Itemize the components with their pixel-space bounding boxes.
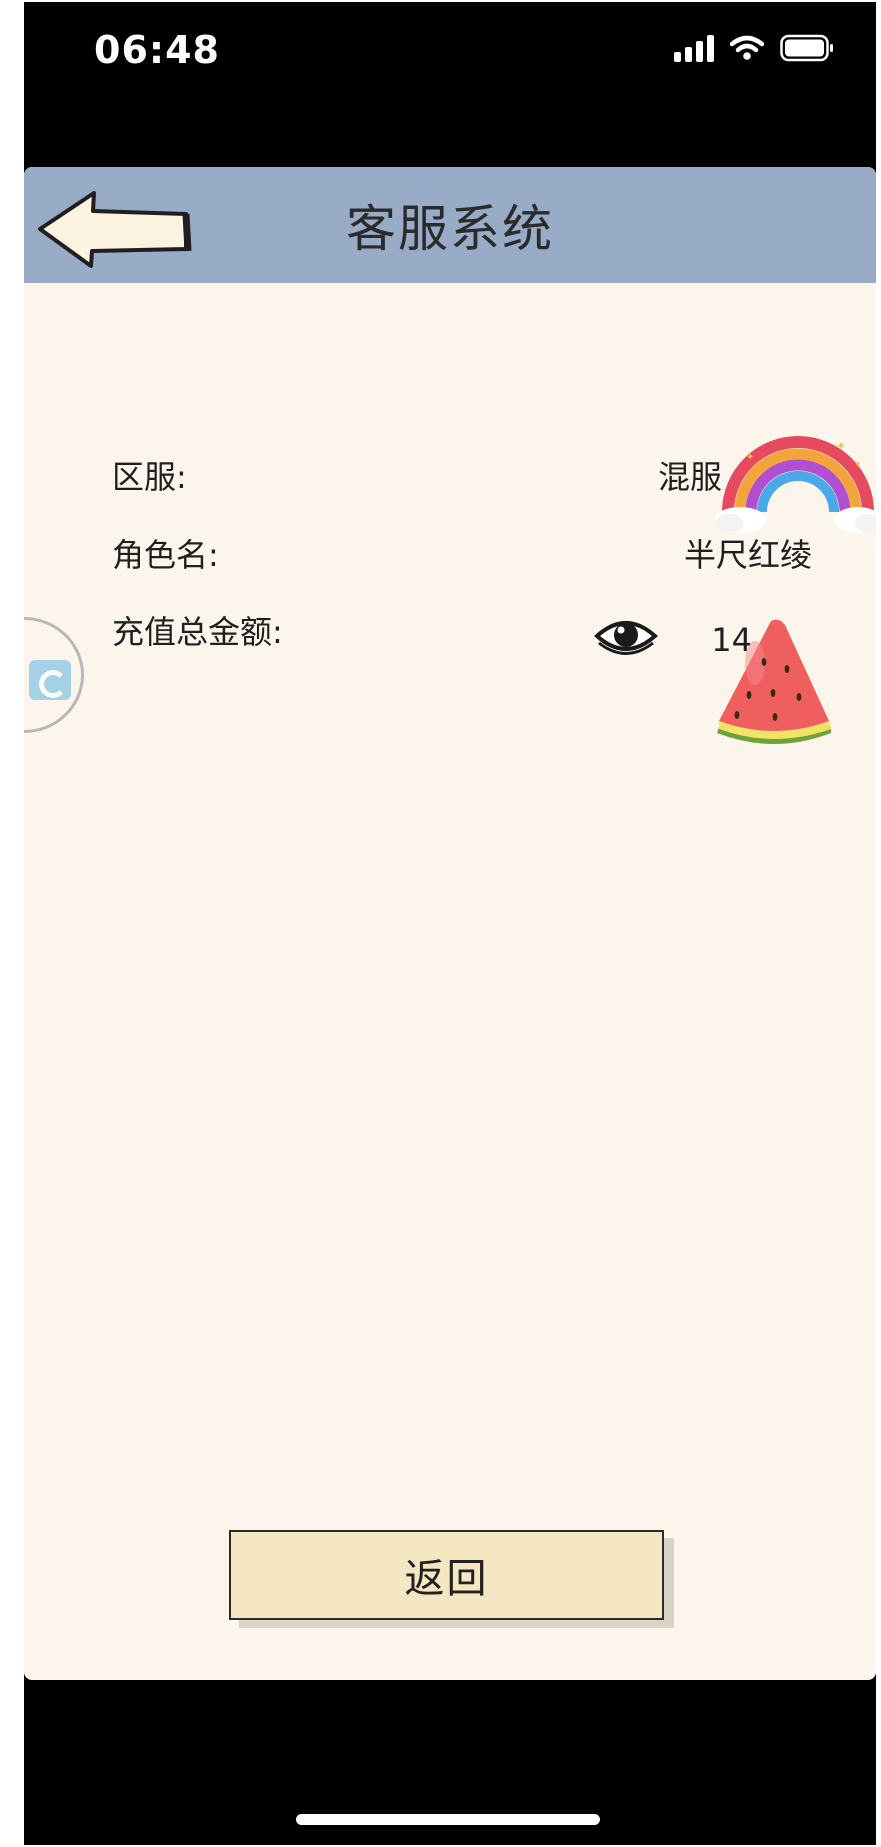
rainbow-sticker-icon: ✦ ✦ ✦ (716, 436, 876, 533)
server-value: 混服 (657, 458, 722, 496)
svg-text:✦: ✦ (746, 452, 754, 463)
svg-text:✦: ✦ (836, 439, 846, 453)
return-button[interactable]: 返回 (229, 1530, 664, 1620)
battery-icon (780, 34, 833, 62)
wifi-icon (730, 35, 764, 60)
recharge-row: 充值总金额: 14 (112, 607, 812, 659)
recharge-label: 充值总金额: (112, 613, 283, 651)
cellular-signal-icon (674, 34, 714, 62)
return-button-wrap: 返回 (229, 1530, 679, 1630)
server-label: 区服: (112, 458, 187, 496)
home-indicator[interactable] (296, 1814, 600, 1825)
role-row: 角色名: 半尺红绫 (112, 530, 812, 580)
header-bar: 客服系统 (24, 167, 876, 283)
app-screen: 客服系统 区服: 混服 角色名: 半尺红绫 充值总金额: 14 ✦ ✦ ✦ 返回 (24, 167, 876, 1680)
assistant-logo-icon (29, 660, 71, 700)
status-icons (674, 34, 834, 62)
phone-frame: 06:48 客服系统 区服: 混服 角色名: 半尺红绫 充值总金额: 14 ✦ … (24, 2, 876, 1845)
watermelon-sticker-icon (717, 619, 831, 744)
server-row: 区服: 混服 (112, 452, 812, 502)
floating-assistant-button[interactable] (24, 617, 84, 733)
eye-icon[interactable] (594, 612, 658, 660)
left-arrow-icon[interactable] (36, 189, 196, 269)
status-bar: 06:48 (24, 2, 876, 102)
svg-text:✦: ✦ (854, 460, 862, 470)
role-label: 角色名: (112, 536, 219, 574)
status-time: 06:48 (94, 28, 220, 72)
